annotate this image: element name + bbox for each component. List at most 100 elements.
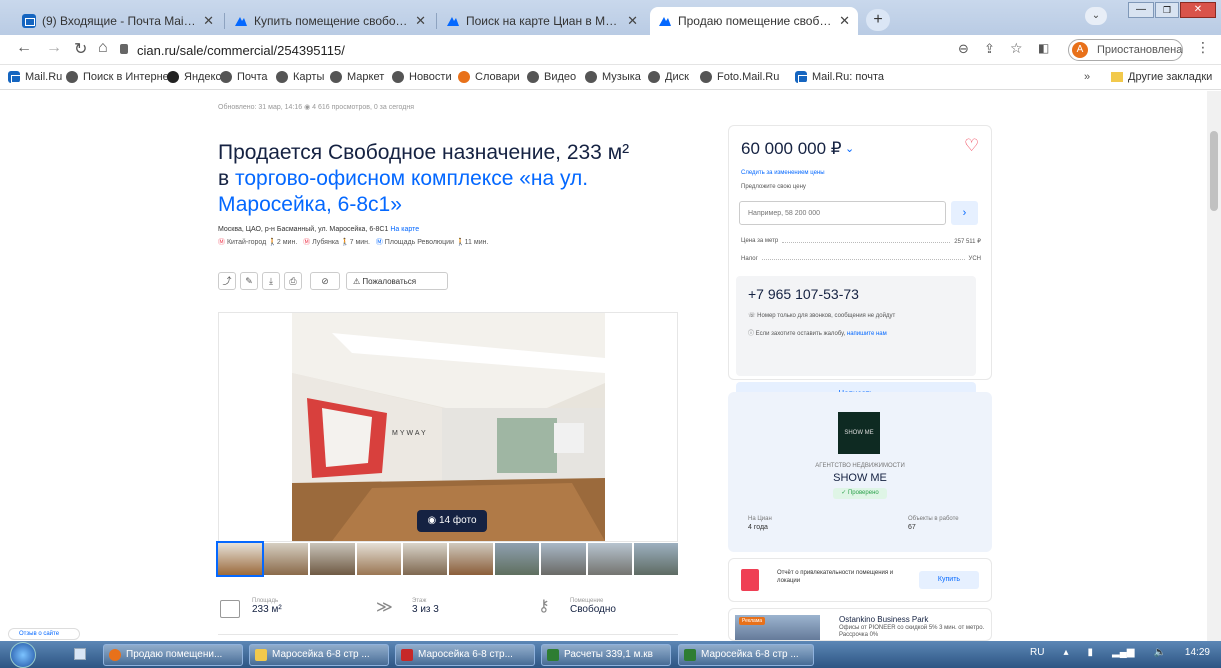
- reload-icon[interactable]: ↻: [74, 39, 87, 59]
- side-panel-icon[interactable]: ◧: [1038, 41, 1049, 55]
- show-desktop-icon[interactable]: [74, 648, 86, 660]
- photo-count-badge[interactable]: ◉ 14 фото: [417, 510, 487, 532]
- thumbnail[interactable]: [215, 541, 265, 577]
- taskbar-item-pdf[interactable]: Маросейка 6-8 стр...: [395, 644, 535, 666]
- thumbnail[interactable]: [541, 543, 586, 575]
- bookmark-disk[interactable]: Диск: [648, 71, 689, 83]
- buy-report-button[interactable]: Купить: [919, 571, 979, 589]
- metro-name[interactable]: Лубянка: [312, 239, 339, 246]
- menu-icon[interactable]: ⋮: [1196, 39, 1210, 56]
- bookmark-maps[interactable]: Карты: [276, 71, 324, 83]
- bookmark-yandex[interactable]: Яндекс: [167, 71, 221, 83]
- taskbar-item-excel-2[interactable]: Маросейка 6-8 стр ...: [678, 644, 814, 666]
- scrollbar-thumb[interactable]: [1210, 131, 1218, 211]
- page-scrollbar[interactable]: [1207, 91, 1221, 641]
- avatar: А: [1072, 42, 1088, 58]
- complain-button[interactable]: ⚠ Пожаловаться: [346, 272, 448, 290]
- agent-card[interactable]: SHOW ME АГЕНТСТВО НЕДВИЖИМОСТИ SHOW ME ✓…: [728, 392, 992, 552]
- volume-icon[interactable]: 🔈: [1153, 647, 1165, 658]
- maximize-button[interactable]: ❐: [1155, 2, 1179, 18]
- bookmark-foto[interactable]: Foto.Mail.Ru: [700, 71, 779, 83]
- complex-link[interactable]: торгово-офисном комплексе «на ул. Маросе…: [218, 167, 588, 216]
- minimize-button[interactable]: —: [1128, 2, 1154, 18]
- home-icon[interactable]: ⌂: [98, 39, 108, 57]
- price-history-icon[interactable]: ⌄: [845, 142, 854, 155]
- taskbar-item-excel[interactable]: Расчеты 339,1 м.кв: [541, 644, 671, 666]
- thumbnail[interactable]: [449, 543, 494, 575]
- bookmark-dictionaries[interactable]: Словари: [458, 71, 520, 83]
- bookmark-label: Яндекс: [184, 71, 221, 83]
- bookmark-video[interactable]: Видео: [527, 71, 576, 83]
- metro-name[interactable]: Площадь Революции: [385, 239, 454, 246]
- clock[interactable]: 14:29: [1185, 647, 1210, 658]
- cian-icon: [235, 17, 247, 26]
- hide-button[interactable]: ⊘: [310, 272, 340, 290]
- thumbnail[interactable]: [356, 543, 401, 575]
- thumbnail[interactable]: [402, 543, 448, 575]
- thumbnail[interactable]: [310, 543, 355, 575]
- language-indicator[interactable]: RU: [1030, 647, 1044, 658]
- share-icon[interactable]: ⇪: [984, 41, 995, 57]
- complaint-link[interactable]: напишите нам: [847, 331, 887, 337]
- bookmark-search[interactable]: Поиск в Интернете: [66, 71, 179, 83]
- ad-image[interactable]: Реклама: [735, 615, 820, 640]
- start-button[interactable]: [10, 642, 36, 668]
- offer-submit-button[interactable]: ›: [951, 201, 978, 225]
- tab-cian-listing[interactable]: Продаю помещение свободно ✕: [650, 7, 858, 35]
- close-icon[interactable]: ✕: [627, 13, 638, 29]
- ad-card[interactable]: Реклама Ostankino Business Park Офисы от…: [728, 608, 992, 641]
- taskbar-item-folder[interactable]: Маросейка 6-8 стр ...: [249, 644, 389, 666]
- network-icon[interactable]: ▮: [1087, 647, 1093, 658]
- follow-price-link[interactable]: Следить за изменением цены: [741, 170, 825, 176]
- photo-gallery[interactable]: MYWAY ◉ 14 фото: [218, 312, 678, 542]
- close-icon[interactable]: ✕: [203, 13, 214, 29]
- ad-name[interactable]: Ostankino Business Park: [839, 615, 928, 624]
- map-link[interactable]: На карте: [390, 226, 419, 233]
- new-tab-button[interactable]: +: [866, 9, 890, 31]
- tab-mail[interactable]: (9) Входящие - Почта Mail.ru ✕: [14, 7, 222, 35]
- other-bookmarks[interactable]: Другие закладки: [1111, 71, 1212, 83]
- bookmark-market[interactable]: Маркет: [330, 71, 384, 83]
- more-bookmarks-icon[interactable]: »: [1084, 71, 1090, 83]
- tab-cian-buy[interactable]: Купить помещение свободного ✕: [226, 7, 434, 35]
- thumbnail[interactable]: [495, 543, 540, 575]
- tab-cian-map[interactable]: Поиск на карте Циан в Москве ✕: [438, 7, 646, 35]
- close-icon[interactable]: ✕: [839, 13, 850, 29]
- forward-icon[interactable]: →: [46, 39, 62, 57]
- browser-toolbar: ← → ↻ ⌂ cian.ru/sale/commercial/25439511…: [0, 35, 1221, 65]
- favorite-heart-icon[interactable]: ♡: [964, 136, 979, 156]
- metro-name[interactable]: Китай-город: [227, 239, 266, 246]
- main-photo[interactable]: MYWAY: [292, 313, 605, 541]
- bookmark-music[interactable]: Музыка: [585, 71, 641, 83]
- bookmark-star-icon[interactable]: ☆: [1010, 40, 1023, 57]
- download-button[interactable]: ⤓: [262, 272, 280, 290]
- phone-note-text: Номер только для звонков, сообщения не д…: [757, 313, 896, 319]
- stat-label: Объекты в работе: [908, 516, 959, 522]
- feedback-button[interactable]: Отзыв о сайте: [8, 628, 80, 640]
- agent-logo[interactable]: SHOW ME: [838, 412, 880, 454]
- edit-button[interactable]: ✎: [240, 272, 258, 290]
- bookmark-mailru[interactable]: Mail.Ru: [8, 71, 62, 83]
- bookmark-news[interactable]: Новости: [392, 71, 452, 83]
- agent-name[interactable]: SHOW ME: [728, 472, 992, 484]
- tab-search-button[interactable]: ⌄: [1085, 7, 1107, 25]
- thumbnail[interactable]: [264, 543, 309, 575]
- address-bar[interactable]: cian.ru/sale/commercial/254395115/: [137, 43, 345, 58]
- share-button[interactable]: ⤴: [218, 272, 236, 290]
- stat-label: На Циан: [748, 516, 772, 522]
- phone-number[interactable]: +7 965 107-53-73: [748, 286, 859, 302]
- back-icon[interactable]: ←: [16, 39, 32, 57]
- bookmark-mail[interactable]: Почта: [220, 71, 268, 83]
- thumbnail[interactable]: [633, 543, 679, 575]
- bookmark-mailru-mail[interactable]: Mail.Ru: почта: [795, 71, 884, 83]
- close-icon[interactable]: ✕: [415, 13, 426, 29]
- print-button[interactable]: ⎙: [284, 272, 302, 290]
- zoom-icon[interactable]: ⊖: [958, 41, 969, 57]
- signal-icon[interactable]: ▂▄▆: [1112, 647, 1134, 658]
- close-window-button[interactable]: ✕: [1180, 2, 1216, 18]
- thumbnail[interactable]: [587, 543, 632, 575]
- taskbar-item-chrome[interactable]: Продаю помещени...: [103, 644, 243, 666]
- profile-button[interactable]: А Приостановлена: [1068, 39, 1183, 61]
- offer-price-input[interactable]: [739, 201, 946, 225]
- tray-arrow-icon[interactable]: ▴: [1063, 647, 1068, 658]
